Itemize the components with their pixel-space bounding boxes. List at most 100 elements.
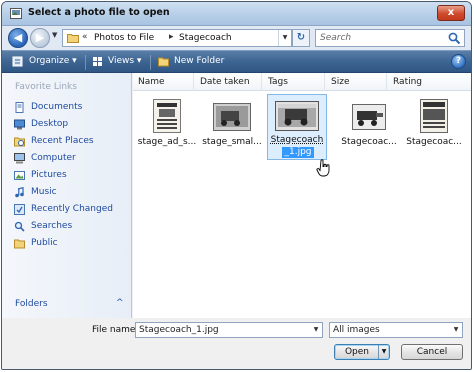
refresh-icon: ↻ [296, 32, 306, 43]
organize-icon [12, 56, 23, 67]
address-dropdown-button[interactable]: ▼ [278, 30, 291, 46]
sidebar-item-public[interactable]: Public [14, 237, 129, 251]
sidebar-item-searches[interactable]: Searches [14, 220, 129, 234]
sidebar-item-recent-places[interactable]: Recent Places [14, 135, 129, 149]
file-name-line1: Stagecoach [270, 135, 324, 145]
breadcrumb-separator-icon[interactable]: ▸ [169, 32, 174, 42]
arrow-left-icon: ◀ [13, 31, 23, 44]
cancel-button-label: Cancel [416, 347, 448, 357]
close-icon: x [447, 7, 455, 18]
column-divider[interactable] [386, 73, 387, 91]
image-thumbnail [352, 104, 386, 130]
open-button-label: Open [344, 347, 370, 357]
documents-icon [15, 102, 24, 113]
image-thumbnail [213, 103, 251, 131]
file-item-stagecoach-3[interactable]: Stagecoac... [338, 95, 400, 163]
desktop-icon [14, 119, 25, 130]
file-name: Stagecoac... [341, 137, 397, 147]
column-header-tags[interactable]: Tags [268, 77, 288, 87]
sidebar-item-pictures[interactable]: Pictures [14, 169, 129, 183]
image-thumbnail [420, 99, 448, 133]
sidebar-item-recently-changed[interactable]: Recently Changed [14, 203, 129, 217]
chevron-down-icon: ▼ [453, 326, 459, 333]
computer-icon [14, 153, 25, 164]
sidebar-item-label: Desktop [31, 119, 69, 129]
file-list: Name Date taken Tags Size Rating stage_a… [133, 73, 471, 318]
breadcrumb-overflow-icon[interactable]: « [82, 32, 88, 42]
file-name: stage_ad_s... [137, 137, 197, 147]
searches-icon [14, 221, 25, 232]
file-name-label: File name: [92, 325, 139, 335]
chevron-down-icon: ▼ [313, 326, 319, 333]
sidebar-item-music[interactable]: Music [14, 186, 129, 200]
file-item-stagecoach-1[interactable]: Stagecoach _1.jpg [267, 94, 327, 160]
music-icon [15, 187, 24, 198]
dialog-footer: File name: Stagecoach_1.jpg ▼ All images… [2, 318, 471, 369]
chevron-down-icon: ▼ [282, 34, 288, 41]
chevron-up-icon[interactable]: ^ [116, 298, 124, 308]
sidebar-item-desktop[interactable]: Desktop [14, 118, 129, 132]
file-type-dropdown[interactable]: ▼ [450, 323, 462, 337]
image-thumbnail [153, 99, 181, 133]
file-type-select[interactable]: All images ▼ [329, 322, 463, 338]
file-item-stagecoach-4[interactable]: Stagecoac... [403, 95, 465, 163]
views-menu[interactable]: Views ▾ [108, 56, 141, 66]
column-header-size[interactable]: Size [331, 77, 349, 87]
file-name-value: Stagecoach_1.jpg [139, 325, 219, 335]
sidebar-item-label: Public [31, 238, 58, 248]
file-name-line2: _1.jpg [282, 147, 314, 158]
image-thumbnail [275, 101, 319, 131]
sidebar-item-label: Computer [31, 153, 76, 163]
folder-icon [67, 34, 79, 43]
window-title: Select a photo file to open [28, 7, 170, 18]
file-item-stage-small[interactable]: stage_smal... [201, 95, 263, 163]
sidebar-item-documents[interactable]: Documents [14, 101, 129, 115]
public-folder-icon [14, 239, 25, 249]
open-button[interactable]: Open ▼ [334, 344, 390, 360]
breadcrumb-item-photos-to-file[interactable]: Photos to File [94, 33, 154, 43]
back-button[interactable]: ◀ [8, 28, 28, 48]
column-header-name[interactable]: Name [138, 77, 165, 87]
column-header-row: Name Date taken Tags Size Rating [133, 73, 471, 91]
organize-menu[interactable]: Organize ▾ [29, 56, 77, 66]
arrow-right-icon: ▶ [35, 31, 45, 44]
forward-button[interactable]: ▶ [30, 28, 50, 48]
command-separator [85, 55, 86, 70]
file-name: stage_smal... [202, 137, 262, 147]
column-divider[interactable] [261, 73, 262, 91]
new-folder-icon [158, 57, 169, 67]
recent-places-icon [14, 137, 25, 147]
command-bar: Organize ▾ Views ▾ New Folder ? [2, 50, 471, 73]
file-item-stage-ad[interactable]: stage_ad_s... [136, 95, 198, 163]
cancel-button[interactable]: Cancel [401, 344, 463, 360]
new-folder-button[interactable]: New Folder [174, 56, 224, 66]
file-name: Stagecoac... [406, 137, 462, 147]
recent-pages-dropdown[interactable]: ▼ [52, 31, 57, 39]
file-name-dropdown[interactable]: ▼ [310, 323, 322, 337]
views-icon [93, 57, 102, 66]
help-icon: ? [455, 56, 462, 66]
open-options-chevron-icon[interactable]: ▼ [378, 345, 389, 359]
file-name-field[interactable]: Stagecoach_1.jpg ▼ [135, 322, 323, 338]
breadcrumb-item-stagecoach[interactable]: Stagecoach [179, 33, 232, 43]
recently-changed-icon [14, 204, 25, 215]
column-header-date-taken[interactable]: Date taken [200, 77, 250, 87]
command-separator [150, 55, 151, 70]
refresh-button[interactable]: ↻ [292, 29, 310, 47]
sidebar-item-label: Music [31, 187, 57, 197]
search-icon[interactable] [448, 32, 461, 45]
column-divider[interactable] [193, 73, 194, 91]
favorite-links-heading: Favorite Links [15, 82, 77, 92]
breadcrumb[interactable]: « Photos to File ▸ Stagecoach ▼ [62, 29, 292, 47]
sidebar-item-computer[interactable]: Computer [14, 152, 129, 166]
sidebar-item-label: Pictures [31, 170, 67, 180]
help-button[interactable]: ? [451, 54, 466, 69]
folders-toggle[interactable]: Folders [15, 299, 48, 309]
column-divider[interactable] [324, 73, 325, 91]
file-type-value: All images [333, 325, 380, 335]
search-input[interactable]: Search [315, 29, 465, 47]
sidebar-item-label: Documents [31, 102, 83, 112]
photo-app-icon [10, 8, 22, 19]
close-button[interactable]: x [437, 5, 465, 21]
column-header-rating[interactable]: Rating [393, 77, 422, 87]
